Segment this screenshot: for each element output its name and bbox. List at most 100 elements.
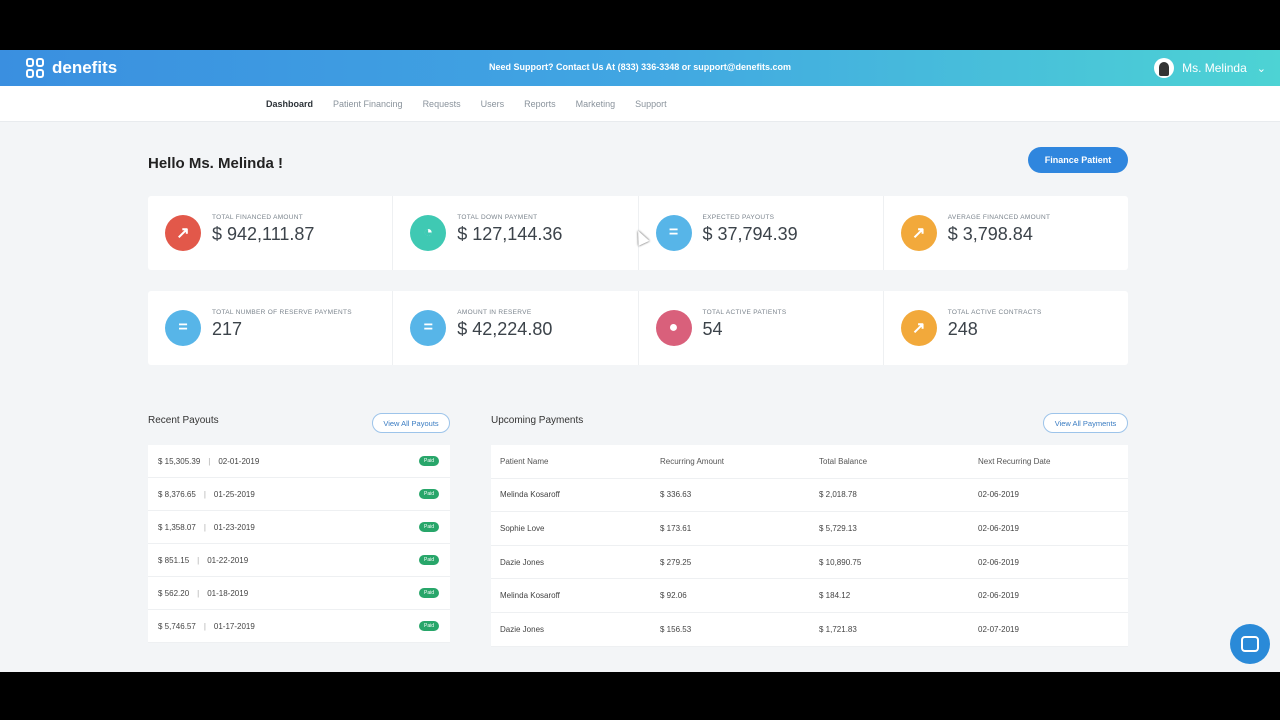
stat-label: Amount in Reserve <box>457 309 532 316</box>
next-recurring-date: 02-06-2019 <box>978 490 1019 500</box>
avatar <box>1154 58 1175 78</box>
top-bar: denefits Need Support? Contact Us At (83… <box>0 50 1280 86</box>
list-item[interactable]: $ 5,746.57 | 01-17-2019 Paid <box>148 610 450 643</box>
nav-requests[interactable]: Requests <box>423 99 461 109</box>
payout-date: 01-25-2019 <box>213 489 255 499</box>
recent-payouts-title: Recent Payouts <box>148 415 219 426</box>
list-item[interactable]: $ 562.20 | 01-18-2019 Paid <box>148 577 450 610</box>
total-balance: $ 1,721.83 <box>819 624 857 634</box>
list-item[interactable]: $ 1,358.07 | 01-23-2019 Paid <box>148 511 450 544</box>
upcoming-payments-title: Upcoming Payments <box>491 415 584 426</box>
finance-patient-button[interactable]: Finance Patient <box>1028 147 1128 173</box>
stat-card: ● Total Active Patients 54 <box>639 291 884 365</box>
next-recurring-date: 02-07-2019 <box>978 624 1019 634</box>
patient-name: Melinda Kosaroff <box>500 490 560 500</box>
stat-value: 248 <box>947 319 978 339</box>
equals-icon: = <box>165 310 201 346</box>
stat-card: = Amount in Reserve $ 42,224.80 <box>393 291 639 365</box>
stat-value: 217 <box>212 319 243 339</box>
payout-date: 02-01-2019 <box>218 456 260 466</box>
table-row[interactable]: Melinda Kosaroff $ 92.06 $ 184.12 02-06-… <box>491 579 1128 613</box>
stat-card: = Expected Payouts $ 37,794.39 <box>639 196 884 270</box>
nav-reports[interactable]: Reports <box>524 99 556 109</box>
table-row[interactable]: Dazie Jones $ 279.25 $ 10,890.75 02-06-2… <box>491 546 1128 580</box>
payout-amount: $ 851.15 <box>158 555 190 565</box>
nav-marketing[interactable]: Marketing <box>576 99 616 109</box>
status-badge: Paid <box>419 489 439 499</box>
letterbox-top <box>0 0 1280 50</box>
total-balance: $ 5,729.13 <box>819 523 857 533</box>
patient-name: Melinda Kosaroff <box>500 591 560 601</box>
payout-amount: $ 15,305.39 <box>158 456 201 466</box>
stat-label: Average Financed Amount <box>947 214 1051 221</box>
patient-name: Sophie Love <box>500 523 545 533</box>
total-balance: $ 10,890.75 <box>819 557 862 567</box>
payout-amount: $ 562.20 <box>158 588 190 598</box>
payout-date: 01-23-2019 <box>213 522 255 532</box>
stat-card: = Total Number of Reserve Payments 217 <box>148 291 394 365</box>
payout-amount: $ 5,746.57 <box>158 621 196 631</box>
stats-row-reserve: = Total Number of Reserve Payments 217 =… <box>148 291 1128 365</box>
nav-dashboard[interactable]: Dashboard <box>266 99 313 109</box>
stat-value: $ 127,144.36 <box>457 224 563 244</box>
table-header: Patient Name Recurring Amount Total Bala… <box>491 445 1128 479</box>
status-badge: Paid <box>419 588 439 598</box>
arrow-up-right-icon: ↗ <box>165 215 201 251</box>
recurring-amount: $ 279.25 <box>660 557 692 567</box>
app-window: denefits Need Support? Contact Us At (83… <box>0 50 1280 672</box>
status-badge: Paid <box>419 555 439 565</box>
payout-date: 01-18-2019 <box>207 588 249 598</box>
nav-users[interactable]: Users <box>481 99 505 109</box>
chevron-down-icon: ⌄ <box>1256 62 1266 75</box>
stat-value: $ 3,798.84 <box>947 224 1033 244</box>
recurring-amount: $ 336.63 <box>660 490 692 500</box>
stat-card: ↗ Total Financed Amount $ 942,111.87 <box>148 196 394 270</box>
payout-amount: $ 8,376.65 <box>158 489 196 499</box>
table-row[interactable]: Dazie Jones $ 156.53 $ 1,721.83 02-07-20… <box>491 613 1128 647</box>
status-badge: Paid <box>419 621 439 631</box>
column-header: Patient Name <box>500 456 549 466</box>
stat-label: Total Number of Reserve Payments <box>212 309 352 316</box>
view-all-payouts-button[interactable]: View All Payouts <box>372 413 450 433</box>
chat-icon <box>1241 636 1259 652</box>
payout-date: 01-17-2019 <box>213 621 255 631</box>
table-row[interactable]: Melinda Kosaroff $ 336.63 $ 2,018.78 02-… <box>491 479 1128 513</box>
status-badge: Paid <box>419 456 439 466</box>
patient-name: Dazie Jones <box>500 624 545 634</box>
total-balance: $ 184.12 <box>819 591 851 601</box>
stat-label: Expected Payouts <box>702 214 775 221</box>
gauge-icon: ◔ <box>410 215 447 251</box>
user-menu[interactable]: Ms. Melinda ⌄ <box>1154 58 1266 78</box>
list-item[interactable]: $ 15,305.39 | 02-01-2019 Paid <box>148 445 450 478</box>
next-recurring-date: 02-06-2019 <box>978 523 1019 533</box>
nav-support[interactable]: Support <box>635 99 667 109</box>
trend-icon: ↗ <box>900 215 937 251</box>
stat-label: Total Financed Amount <box>212 214 304 221</box>
recurring-amount: $ 92.06 <box>660 591 687 601</box>
main-nav: Dashboard Patient Financing Requests Use… <box>0 86 1280 122</box>
support-contact: Need Support? Contact Us At (833) 336-33… <box>489 62 791 72</box>
recent-payouts-list: $ 15,305.39 | 02-01-2019 Paid $ 8,376.65 | 0… <box>148 445 450 643</box>
next-recurring-date: 02-06-2019 <box>978 591 1019 601</box>
status-badge: Paid <box>419 522 439 532</box>
nav-patient-financing[interactable]: Patient Financing <box>333 99 403 109</box>
stat-card: ↗ Average Financed Amount $ 3,798.84 <box>884 196 1128 270</box>
stat-value: $ 942,111.87 <box>212 224 315 244</box>
next-recurring-date: 02-06-2019 <box>978 557 1019 567</box>
column-header: Recurring Amount <box>660 456 725 466</box>
chat-launcher-button[interactable] <box>1230 624 1270 664</box>
stat-value: $ 42,224.80 <box>457 319 553 339</box>
stat-value: $ 37,794.39 <box>702 224 798 244</box>
list-item[interactable]: $ 8,376.65 | 01-25-2019 Paid <box>148 478 450 511</box>
stat-label: Total Active Patients <box>702 309 787 316</box>
column-header: Next Recurring Date <box>978 456 1051 466</box>
stat-card: ↗ Total Active Contracts 248 <box>884 291 1128 365</box>
recurring-amount: $ 173.61 <box>660 523 692 533</box>
upcoming-payments-table: Patient Name Recurring Amount Total Bala… <box>491 445 1128 647</box>
trend-icon: ↗ <box>900 310 937 346</box>
view-all-payments-button[interactable]: View All Payments <box>1043 413 1128 433</box>
list-item[interactable]: $ 851.15 | 01-22-2019 Paid <box>148 544 450 577</box>
stat-label: Total Down Payment <box>457 214 538 221</box>
table-row[interactable]: Sophie Love $ 173.61 $ 5,729.13 02-06-20… <box>491 512 1128 546</box>
stat-card: ◔ Total Down Payment $ 127,144.36 <box>393 196 639 270</box>
